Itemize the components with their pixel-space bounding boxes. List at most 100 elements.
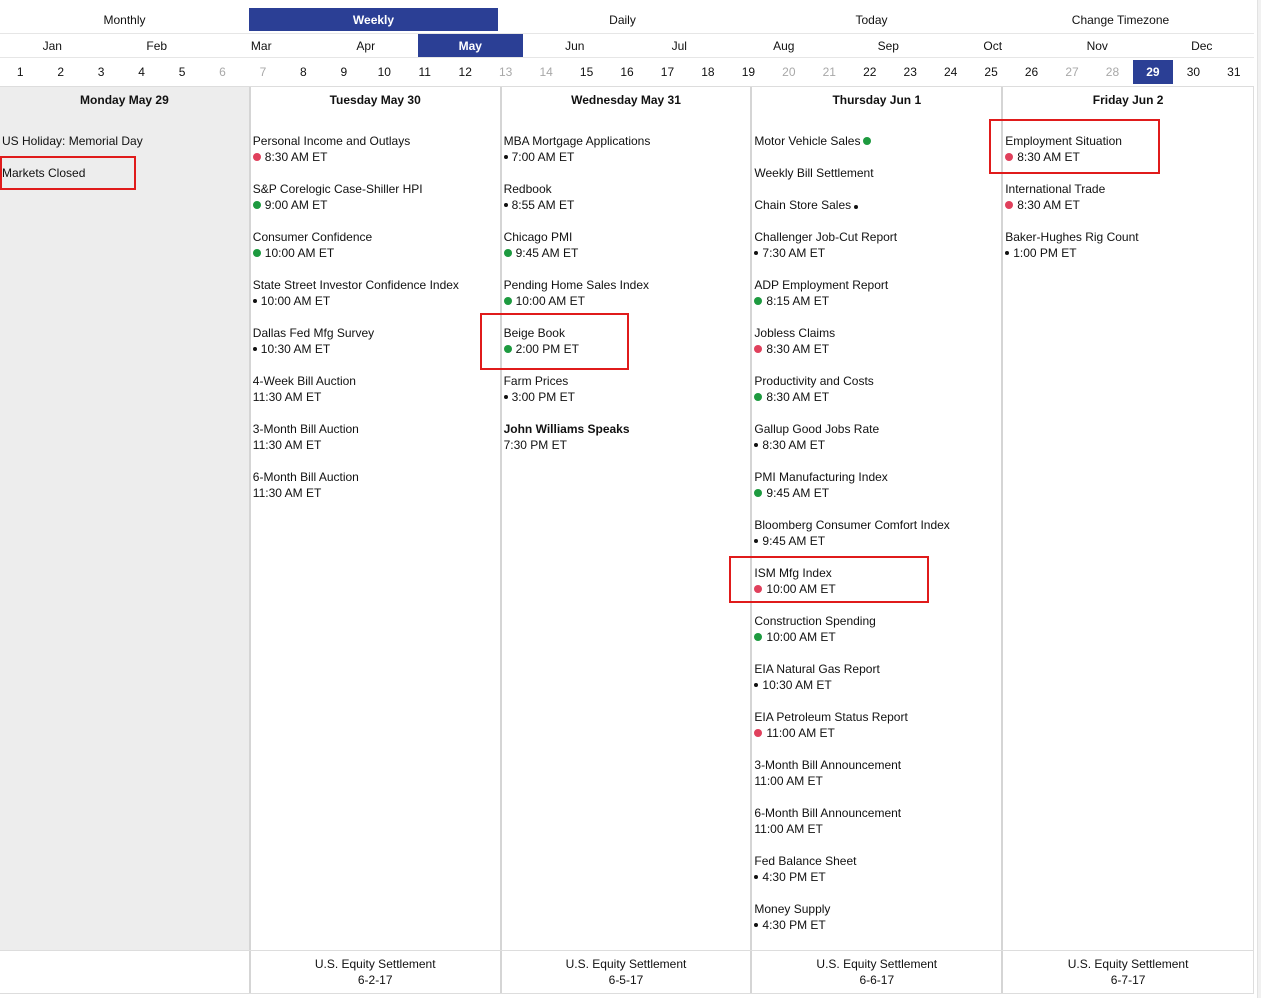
event-name[interactable]: Baker-Hughes Rig Count — [1005, 229, 1253, 245]
event-name[interactable]: 3-Month Bill Auction — [253, 421, 500, 437]
month-feb[interactable]: Feb — [105, 34, 210, 57]
day-11[interactable]: 11 — [405, 60, 445, 84]
event-name[interactable]: Money Supply — [754, 901, 1001, 917]
day-4[interactable]: 4 — [121, 60, 161, 84]
day-5[interactable]: 5 — [162, 60, 202, 84]
event-name[interactable]: EIA Natural Gas Report — [754, 661, 1001, 677]
tab-weekly[interactable]: Weekly — [249, 8, 498, 31]
month-may[interactable]: May — [418, 34, 523, 57]
event-name[interactable]: 6-Month Bill Announcement — [754, 805, 1001, 821]
calendar-event[interactable]: Chicago PMI 9:45 AM ET — [503, 229, 751, 277]
event-name[interactable]: 4-Week Bill Auction — [253, 373, 500, 389]
calendar-event[interactable]: S&P Corelogic Case-Shiller HPI 9:00 AM ET — [252, 181, 500, 229]
calendar-event[interactable]: Money Supply 4:30 PM ET — [754, 901, 1001, 949]
tab-daily[interactable]: Daily — [498, 8, 747, 31]
calendar-event[interactable]: International Trade 8:30 AM ET — [1005, 181, 1253, 229]
event-name[interactable]: John Williams Speaks — [504, 421, 751, 437]
day-19[interactable]: 19 — [728, 60, 768, 84]
day-17[interactable]: 17 — [647, 60, 687, 84]
calendar-event[interactable]: Motor Vehicle Sales — [754, 133, 1001, 165]
calendar-event[interactable]: 6-Month Bill Auction 11:30 AM ET — [253, 469, 500, 517]
calendar-event[interactable]: Personal Income and Outlays 8:30 AM ET — [252, 133, 500, 181]
month-dec[interactable]: Dec — [1150, 34, 1255, 57]
scrollbar-track[interactable] — [1257, 0, 1261, 998]
calendar-event[interactable]: 3-Month Bill Auction 11:30 AM ET — [253, 421, 500, 469]
calendar-event[interactable]: Chain Store Sales — [754, 197, 1001, 229]
day-6[interactable]: 6 — [202, 60, 242, 84]
calendar-event[interactable]: Dallas Fed Mfg Survey 10:30 AM ET — [252, 325, 500, 373]
event-name[interactable]: Weekly Bill Settlement — [754, 166, 873, 180]
event-name[interactable]: Beige Book — [504, 325, 751, 341]
month-jun[interactable]: Jun — [523, 34, 628, 57]
calendar-event[interactable]: ADP Employment Report 8:15 AM ET — [754, 277, 1001, 325]
calendar-event[interactable]: Gallup Good Jobs Rate 8:30 AM ET — [754, 421, 1001, 469]
month-mar[interactable]: Mar — [209, 34, 314, 57]
event-name[interactable]: State Street Investor Confidence Index — [253, 277, 500, 293]
calendar-event[interactable]: 4-Week Bill Auction 11:30 AM ET — [253, 373, 500, 421]
day-3[interactable]: 3 — [81, 60, 121, 84]
day-12[interactable]: 12 — [445, 60, 485, 84]
day-28[interactable]: 28 — [1092, 60, 1132, 84]
calendar-event[interactable]: Beige Book 2:00 PM ET — [503, 325, 751, 373]
calendar-event[interactable]: EIA Petroleum Status Report 11:00 AM ET — [754, 709, 1001, 757]
month-apr[interactable]: Apr — [314, 34, 419, 57]
day-1[interactable]: 1 — [0, 60, 40, 84]
calendar-event[interactable]: John Williams Speaks 7:30 PM ET — [504, 421, 751, 469]
calendar-event[interactable]: Weekly Bill Settlement — [754, 165, 1001, 197]
calendar-event[interactable]: Productivity and Costs 8:30 AM ET — [754, 373, 1001, 421]
month-aug[interactable]: Aug — [732, 34, 837, 57]
calendar-event[interactable]: Pending Home Sales Index 10:00 AM ET — [503, 277, 751, 325]
month-jul[interactable]: Jul — [627, 34, 732, 57]
event-name[interactable]: Construction Spending — [754, 613, 1001, 629]
event-name[interactable]: S&P Corelogic Case-Shiller HPI — [253, 181, 500, 197]
event-name[interactable]: Gallup Good Jobs Rate — [754, 421, 1001, 437]
calendar-event[interactable]: Redbook 8:55 AM ET — [503, 181, 751, 229]
day-24[interactable]: 24 — [930, 60, 970, 84]
day-9[interactable]: 9 — [324, 60, 364, 84]
event-name[interactable]: Pending Home Sales Index — [504, 277, 751, 293]
event-name[interactable]: 3-Month Bill Announcement — [754, 757, 1001, 773]
event-name[interactable]: PMI Manufacturing Index — [754, 469, 1001, 485]
event-name[interactable]: ADP Employment Report — [754, 277, 1001, 293]
day-10[interactable]: 10 — [364, 60, 404, 84]
calendar-event[interactable]: Challenger Job-Cut Report 7:30 AM ET — [754, 229, 1001, 277]
day-27[interactable]: 27 — [1052, 60, 1092, 84]
calendar-event[interactable]: Employment Situation 8:30 AM ET — [1005, 133, 1253, 181]
event-name[interactable]: Fed Balance Sheet — [754, 853, 1001, 869]
event-name[interactable]: Chain Store Sales — [754, 198, 851, 212]
day-29[interactable]: 29 — [1132, 60, 1174, 84]
day-7[interactable]: 7 — [243, 60, 283, 84]
month-oct[interactable]: Oct — [941, 34, 1046, 57]
event-name[interactable]: Employment Situation — [1005, 133, 1253, 149]
event-name[interactable]: MBA Mortgage Applications — [504, 133, 751, 149]
calendar-event[interactable]: 6-Month Bill Announcement 11:00 AM ET — [754, 805, 1001, 853]
event-name[interactable]: EIA Petroleum Status Report — [754, 709, 1001, 725]
event-name[interactable]: Productivity and Costs — [754, 373, 1001, 389]
calendar-event[interactable]: MBA Mortgage Applications 7:00 AM ET — [503, 133, 751, 181]
calendar-event[interactable]: PMI Manufacturing Index 9:45 AM ET — [754, 469, 1001, 517]
event-name[interactable]: Challenger Job-Cut Report — [754, 229, 1001, 245]
day-8[interactable]: 8 — [283, 60, 323, 84]
calendar-event[interactable]: 3-Month Bill Announcement 11:00 AM ET — [754, 757, 1001, 805]
calendar-event[interactable]: ISM Mfg Index 10:00 AM ET — [754, 565, 1001, 613]
day-16[interactable]: 16 — [607, 60, 647, 84]
calendar-event[interactable]: Fed Balance Sheet 4:30 PM ET — [754, 853, 1001, 901]
month-sep[interactable]: Sep — [836, 34, 941, 57]
event-name[interactable]: ISM Mfg Index — [754, 565, 1001, 581]
day-22[interactable]: 22 — [850, 60, 890, 84]
calendar-event[interactable]: Farm Prices 3:00 PM ET — [503, 373, 751, 421]
event-name[interactable]: Dallas Fed Mfg Survey — [253, 325, 500, 341]
day-31[interactable]: 31 — [1214, 60, 1254, 84]
event-name[interactable]: Jobless Claims — [754, 325, 1001, 341]
calendar-event[interactable]: Baker-Hughes Rig Count 1:00 PM ET — [1005, 229, 1253, 277]
day-14[interactable]: 14 — [526, 60, 566, 84]
tab-today[interactable]: Today — [747, 8, 996, 31]
event-name[interactable]: Motor Vehicle Sales — [754, 134, 860, 148]
event-name[interactable]: International Trade — [1005, 181, 1253, 197]
calendar-event[interactable]: EIA Natural Gas Report 10:30 AM ET — [754, 661, 1001, 709]
calendar-event[interactable]: Consumer Confidence 10:00 AM ET — [252, 229, 500, 277]
day-15[interactable]: 15 — [566, 60, 606, 84]
event-name[interactable]: Redbook — [504, 181, 751, 197]
event-name[interactable]: 6-Month Bill Auction — [253, 469, 500, 485]
calendar-event[interactable]: Jobless Claims 8:30 AM ET — [754, 325, 1001, 373]
